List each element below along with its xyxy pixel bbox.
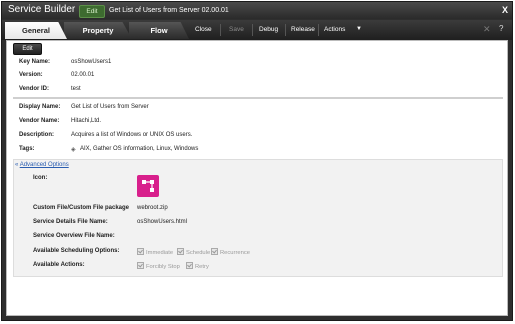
tag-icon: ◈ <box>71 147 76 153</box>
advanced-options-panel <box>13 159 503 277</box>
checkbox-box <box>186 262 193 269</box>
details-file-value: osShowUsers.html <box>137 219 188 225</box>
tab-property[interactable]: Property <box>64 22 132 39</box>
checkbox-box <box>177 248 184 255</box>
vendor-name-value: Hitachi,Ltd. <box>71 118 102 124</box>
overview-file-label: Service Overview File Name: <box>33 233 115 239</box>
close-window-icon[interactable]: X <box>500 5 510 15</box>
document-title: Get List of Users from Server 02.00.01 <box>109 7 229 14</box>
scheduling-options-label: Available Scheduling Options: <box>33 248 120 254</box>
checkbox-label: Schedule <box>186 250 211 256</box>
description-label: Description: <box>19 132 55 138</box>
edit-button[interactable]: Edit <box>13 43 42 55</box>
tags-label: Tags: <box>19 146 35 152</box>
debug-button[interactable]: Debug <box>259 26 278 33</box>
key-name-value: osShowUsers1 <box>71 59 112 65</box>
checkbox-box <box>137 248 144 255</box>
save-button[interactable]: Save <box>229 26 244 33</box>
checkbox-label: Immediate <box>146 250 174 256</box>
checkbox-label: Retry <box>195 264 209 270</box>
title-bar: Service Builder Edit Get List of Users f… <box>2 2 512 19</box>
checkbox-box <box>137 262 144 269</box>
vendor-id-value: test <box>71 86 81 92</box>
app-title: Service Builder <box>8 4 76 15</box>
tab-flow[interactable]: Flow <box>129 22 189 39</box>
flow-icon <box>142 180 154 192</box>
release-button[interactable]: Release <box>291 26 315 33</box>
advanced-options-toggle[interactable]: « Advanced Options <box>15 162 69 168</box>
actions-menu-button[interactable]: Actions <box>324 26 345 33</box>
custom-file-label: Custom File/Custom File package <box>33 205 130 211</box>
checkbox-label: Forcibly Stop <box>146 264 180 270</box>
display-name-value: Get List of Users from Server <box>71 104 149 110</box>
available-actions-label: Available Actions: <box>33 262 85 268</box>
checkbox-label: Recurrence <box>220 250 250 256</box>
tab-toolbar: Flow Property General Close Save Debug R… <box>2 20 512 40</box>
toolbar-divider <box>318 24 319 36</box>
custom-file-value: webroot.zip <box>137 205 168 211</box>
retry-checkbox[interactable]: Retry <box>186 262 209 270</box>
vendor-id-label: Vendor ID: <box>19 86 50 92</box>
immediate-checkbox[interactable]: Immediate <box>137 248 173 256</box>
recurrence-checkbox[interactable]: Recurrence <box>211 248 250 256</box>
section-divider <box>13 97 503 99</box>
key-name-label: Key Name: <box>19 59 51 65</box>
general-tab-content: Edit Key Name: osShowUsers1 Version: 02.… <box>6 40 508 316</box>
icon-label: Icon: <box>33 175 48 181</box>
chevron-down-icon[interactable]: ▼ <box>356 26 364 32</box>
forcibly-stop-checkbox[interactable]: Forcibly Stop <box>137 262 180 270</box>
toolbar-divider <box>252 24 253 36</box>
close-button[interactable]: Close <box>195 26 212 33</box>
checkbox-box <box>211 248 218 255</box>
details-file-label: Service Details File Name: <box>33 219 108 225</box>
service-builder-window: Service Builder Edit Get List of Users f… <box>1 1 513 321</box>
description-value: Acquires a list of Windows or UNIX OS us… <box>71 132 193 138</box>
toolbar-divider <box>285 24 286 36</box>
version-value: 02.00.01 <box>71 72 95 78</box>
advanced-options-link[interactable]: Advanced Options <box>20 162 69 168</box>
collapse-chevron-icon: « <box>15 162 19 168</box>
help-icon[interactable]: ? <box>499 24 503 33</box>
edit-mode-badge: Edit <box>79 5 105 18</box>
toolbar-divider <box>220 24 221 36</box>
tab-general[interactable]: General <box>5 22 67 39</box>
display-name-label: Display Name: <box>19 104 61 110</box>
version-label: Version: <box>19 72 43 78</box>
tags-value: AIX, Gather OS information, Linux, Windo… <box>80 146 199 152</box>
schedule-checkbox[interactable]: Schedule <box>177 248 210 256</box>
vendor-name-label: Vendor Name: <box>19 118 60 124</box>
cancel-icon[interactable]: ✕ <box>483 24 491 35</box>
service-app-icon[interactable] <box>137 175 159 197</box>
